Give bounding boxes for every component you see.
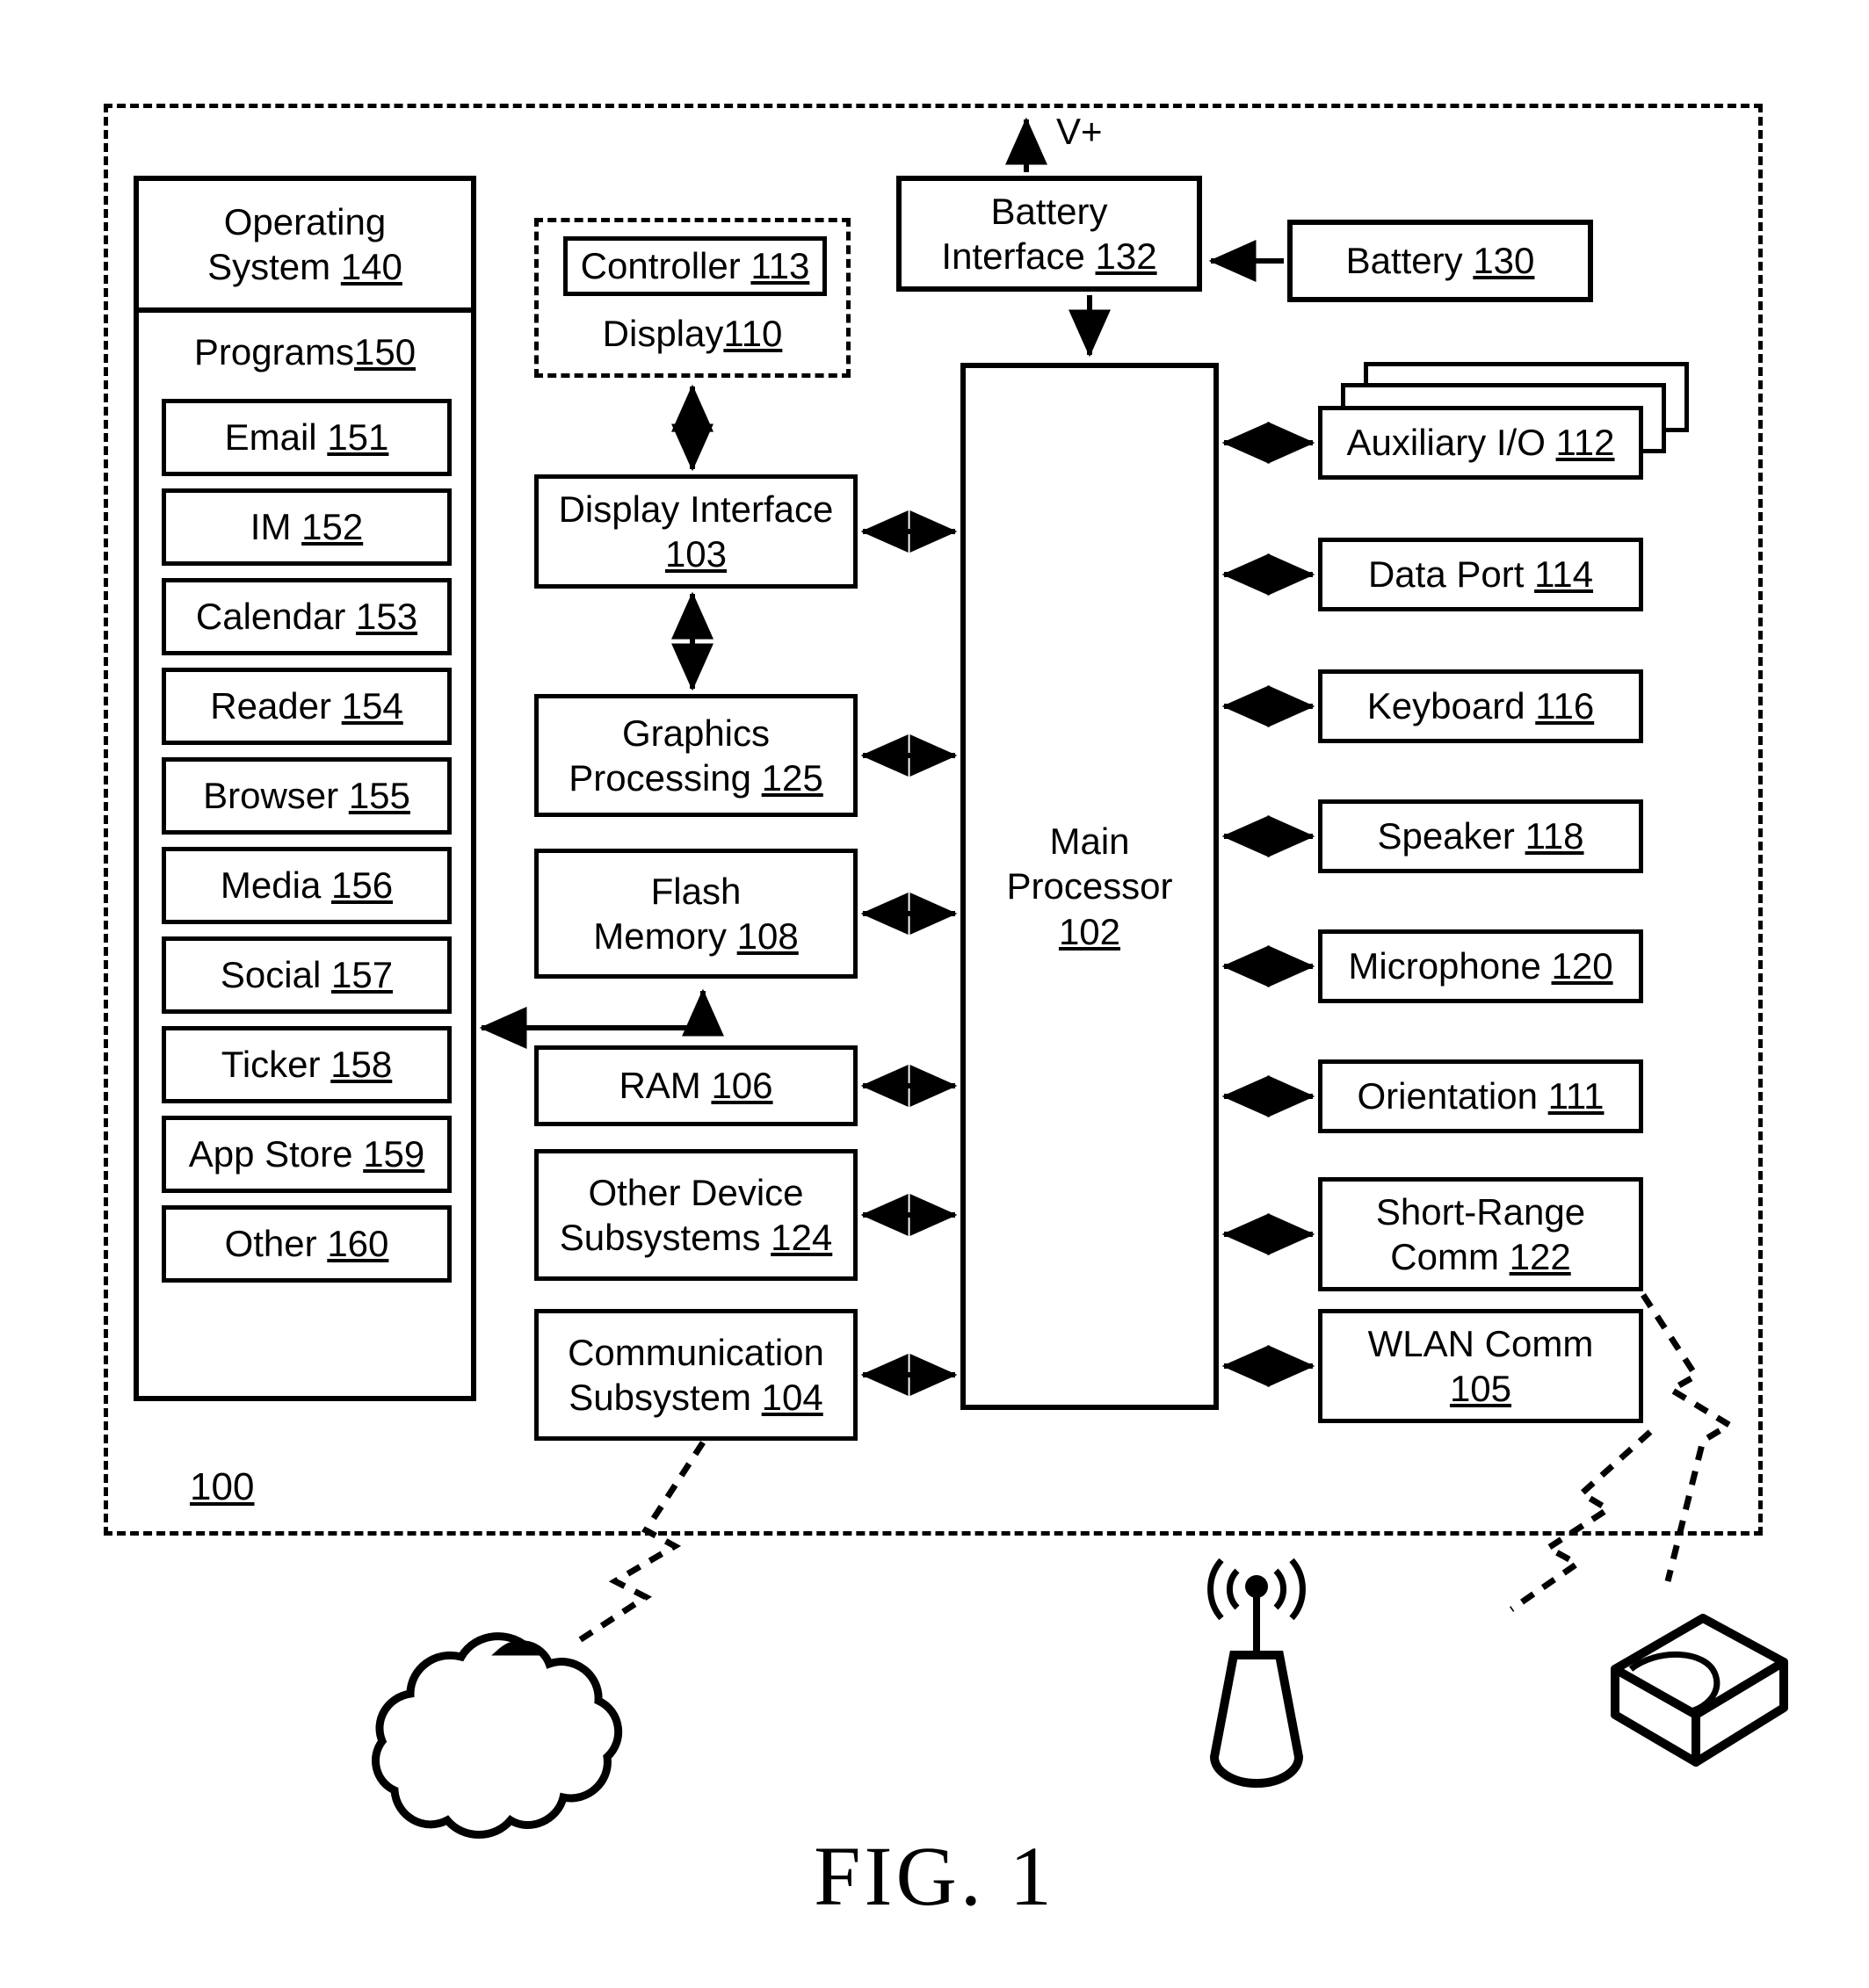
battery-interface-box: Battery Interface 132: [896, 176, 1202, 292]
program-label: Other 160: [224, 1223, 389, 1264]
controller-box: Controller 113: [563, 236, 827, 296]
keyboard-box: Keyboard 116: [1318, 669, 1643, 743]
data-port-label: Data Port 114: [1367, 553, 1594, 596]
graphics-processing-box: Graphics Processing 125: [534, 694, 858, 817]
wlan-comm-box: WLAN Comm 105: [1318, 1309, 1643, 1423]
program-item-reader: Reader 154: [162, 668, 452, 745]
display-group-dashed: Controller 113 Display 110: [534, 218, 851, 378]
program-label: Calendar 153: [195, 596, 418, 637]
other-device-subsystems-label: Other Device Subsystems 124: [559, 1171, 833, 1258]
program-label: Social 157: [220, 954, 394, 995]
v-plus-label: V+: [1056, 111, 1103, 152]
speaker-label: Speaker 118: [1377, 815, 1584, 857]
microphone-label: Microphone 120: [1348, 945, 1613, 987]
data-port-box: Data Port 114: [1318, 538, 1643, 611]
operating-system-label: Operating System 140: [207, 200, 402, 287]
flash-memory-label: Flash Memory 108: [593, 870, 799, 957]
battery-label: Battery 130: [1345, 240, 1535, 282]
program-label: Reader 154: [210, 685, 403, 727]
orientation-box: Orientation 111: [1318, 1059, 1643, 1133]
display-interface-label: Display Interface 103: [558, 488, 834, 575]
flash-memory-box: Flash Memory 108: [534, 849, 858, 979]
ram-box: RAM 106: [534, 1045, 858, 1126]
program-label: App Store 159: [188, 1133, 425, 1175]
program-item-im: IM 152: [162, 488, 452, 566]
wireless-network-cloud: [372, 1632, 623, 1839]
other-device-subsystems-box: Other Device Subsystems 124: [534, 1149, 858, 1281]
display-interface-box: Display Interface 103: [534, 474, 858, 589]
program-item-other: Other 160: [162, 1205, 452, 1283]
program-item-calendar: Calendar 153: [162, 578, 452, 655]
program-item-social: Social 157: [162, 936, 452, 1014]
speaker-box: Speaker 118: [1318, 799, 1643, 873]
program-item-browser: Browser 155: [162, 757, 452, 835]
main-processor-label: Main Processor 102: [1006, 821, 1173, 952]
program-item-media: Media 156: [162, 847, 452, 924]
communication-subsystem-box: Communication Subsystem 104: [534, 1309, 858, 1441]
program-label: Ticker 158: [221, 1044, 393, 1085]
wlan-comm-label: WLAN Comm 105: [1367, 1322, 1594, 1409]
orientation-label: Orientation 111: [1357, 1075, 1605, 1117]
battery-interface-label: Battery Interface 132: [941, 190, 1157, 277]
communication-subsystem-label: Communication Subsystem 104: [568, 1331, 824, 1418]
software-container: Operating System 140 Programs 150 Email 1…: [134, 176, 476, 1401]
battery-box: Battery 130: [1287, 220, 1593, 302]
patent-figure-1: Operating System 140 Programs 150 Email 1…: [0, 0, 1869, 1988]
short-range-comm-label: Short-Range Comm 122: [1375, 1190, 1586, 1277]
program-item-ticker: Ticker 158: [162, 1026, 452, 1103]
short-range-comm-box: Short-Range Comm 122: [1318, 1177, 1643, 1291]
main-processor-box: Main Processor 102: [960, 363, 1219, 1410]
program-item-app-store: App Store 159: [162, 1116, 452, 1193]
figure-caption: FIG. 1: [814, 1829, 1055, 1923]
operating-system-box: Operating System 140: [139, 181, 471, 313]
cell-tower-antenna: [1207, 1558, 1306, 1788]
ram-label: RAM 106: [619, 1065, 773, 1107]
keyboard-label: Keyboard 116: [1366, 685, 1595, 727]
microphone-box: Microphone 120: [1318, 929, 1643, 1003]
device-reference-numeral: 100: [190, 1465, 255, 1508]
display-label: Display 110: [602, 313, 783, 354]
external-device: [1611, 1614, 1788, 1767]
controller-label: Controller 113: [580, 245, 810, 286]
program-item-email: Email 151: [162, 399, 452, 476]
auxiliary-io-box: Auxiliary I/O 112: [1318, 406, 1643, 480]
graphics-processing-label: Graphics Processing 125: [569, 712, 823, 799]
program-label: Browser 155: [203, 775, 410, 816]
programs-label: Programs 150: [193, 331, 417, 372]
auxiliary-io-label: Auxiliary I/O 112: [1346, 422, 1615, 464]
program-label: Media 156: [220, 864, 394, 906]
program-label: Email 151: [224, 416, 389, 458]
program-label: IM 152: [250, 506, 364, 547]
